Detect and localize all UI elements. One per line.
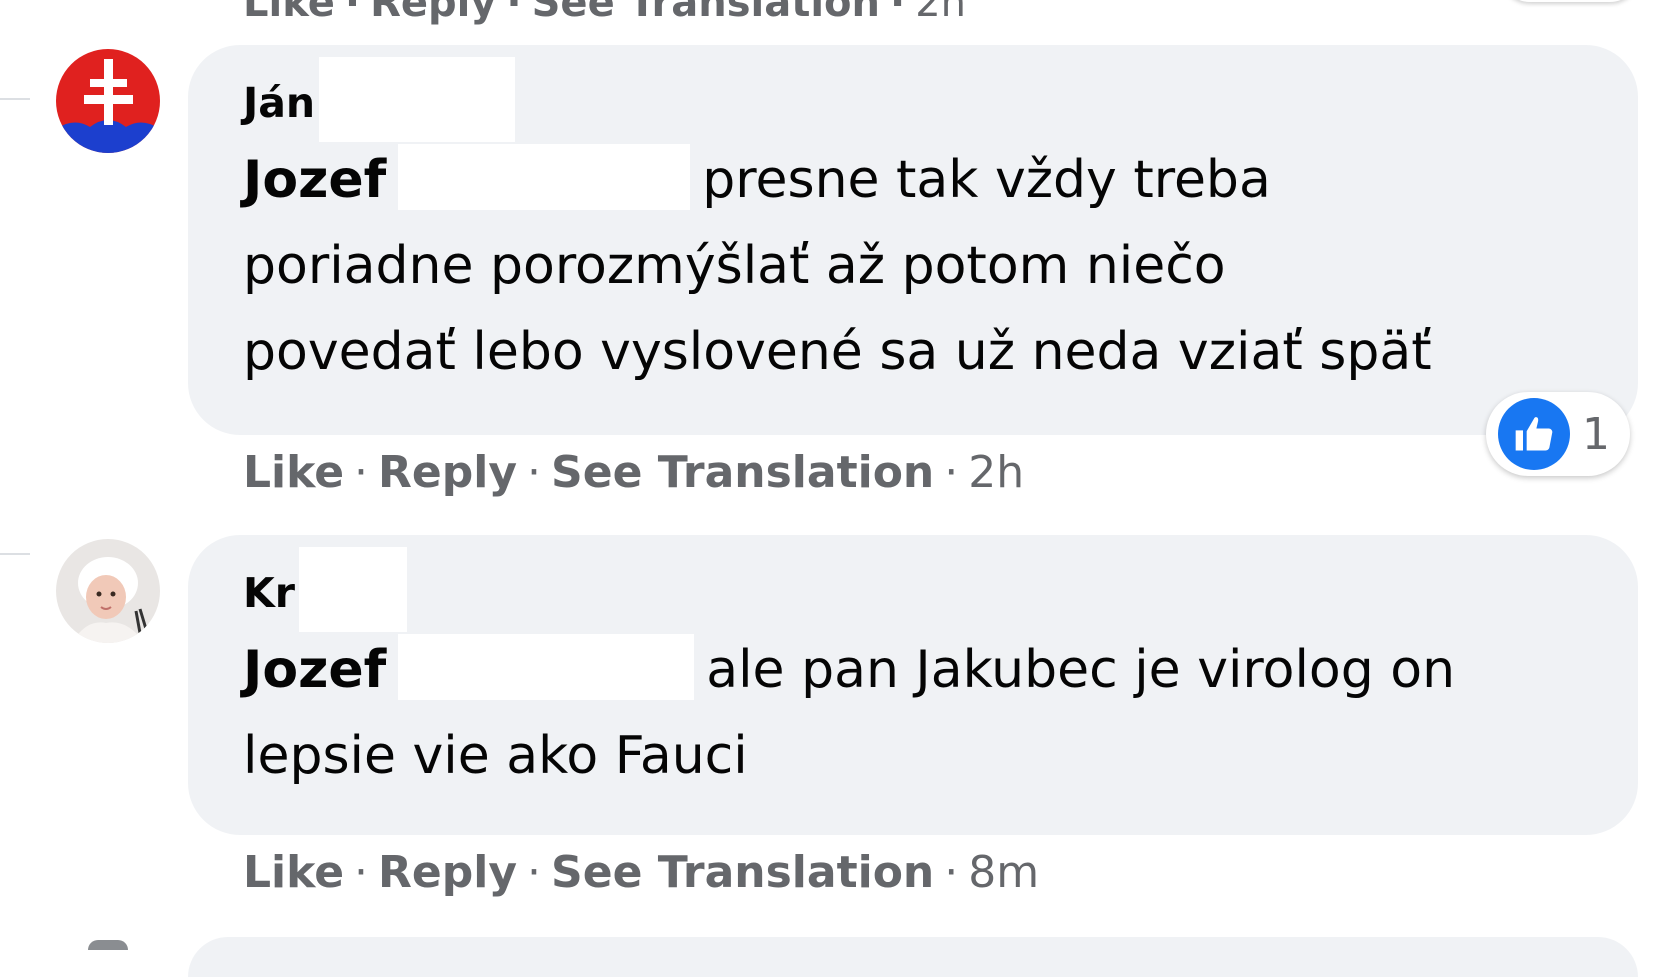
reaction-summary[interactable]: 1 — [1486, 392, 1630, 476]
separator: · — [527, 847, 542, 898]
previous-like-button[interactable]: Like — [243, 0, 335, 26]
author-line: Ján — [243, 56, 1588, 142]
author-name[interactable]: Ján — [243, 75, 315, 131]
avatar[interactable] — [56, 49, 160, 153]
comment-line-text: presne tak vždy treba — [702, 150, 1271, 210]
comment-line: poriadne porozmýšlať až potom niečo — [243, 236, 1226, 296]
slovak-coat-of-arms-icon — [56, 49, 160, 153]
thread-connector-line — [0, 98, 30, 100]
see-translation-button[interactable]: See Translation — [551, 847, 934, 898]
comment-bubble: Ján Jozef presne tak vždy treba poriadne … — [188, 45, 1638, 435]
separator: · — [890, 0, 906, 26]
comment-actions: Like · Reply · See Translation · 2h — [243, 447, 1024, 498]
separator: · — [944, 847, 959, 898]
author-name[interactable]: Kr — [243, 565, 295, 621]
comment-line: Jozef presne tak vždy treba — [243, 137, 1588, 223]
avatar[interactable] — [56, 539, 160, 643]
mention-tag[interactable]: Jozef — [243, 640, 386, 700]
thumbs-up-icon — [1498, 398, 1570, 470]
separator: · — [944, 447, 959, 498]
separator: · — [344, 0, 361, 26]
redacted-box — [398, 144, 691, 210]
previous-reply-button[interactable]: Reply — [370, 0, 496, 26]
separator: · — [506, 0, 522, 26]
comment-line: lepsie vie ako Fauci — [243, 726, 748, 786]
timestamp[interactable]: 2h — [968, 447, 1024, 498]
timestamp[interactable]: 8m — [968, 847, 1039, 898]
previous-reaction-pill — [1500, 0, 1640, 2]
see-translation-button[interactable]: See Translation — [551, 447, 934, 498]
next-comment-avatar — [88, 940, 128, 950]
comment-line-text: ale pan Jakubec je virolog on — [706, 640, 1456, 700]
profile-photo-icon — [56, 539, 160, 643]
comment-text: Jozef ale pan Jakubec je virolog on lepsi… — [243, 627, 1588, 799]
redacted-box — [398, 634, 695, 700]
like-button[interactable]: Like — [243, 447, 344, 498]
separator: · — [354, 847, 369, 898]
next-comment-bubble — [188, 937, 1638, 977]
comment-text: Jozef presne tak vždy treba poriadne poro… — [243, 137, 1588, 395]
like-button[interactable]: Like — [243, 847, 344, 898]
thread-connector-line — [0, 553, 30, 555]
redacted-box — [319, 56, 516, 142]
mention-tag[interactable]: Jozef — [243, 150, 386, 210]
separator: · — [354, 447, 369, 498]
separator: · — [527, 447, 542, 498]
comment-line: povedať lebo vyslovené sa už neda vziať … — [243, 322, 1432, 382]
reaction-count: 1 — [1582, 408, 1610, 460]
previous-comment-actions: Like · Reply · See Translation · 2h — [243, 0, 966, 26]
reply-button[interactable]: Reply — [378, 847, 517, 898]
previous-see-translation-button[interactable]: See Translation — [532, 0, 880, 26]
author-line: Kr — [243, 546, 1588, 632]
previous-timestamp: 2h — [915, 0, 967, 26]
redacted-box — [299, 546, 407, 632]
reply-button[interactable]: Reply — [378, 447, 517, 498]
comment-line: Jozef ale pan Jakubec je virolog on — [243, 627, 1588, 713]
comment-bubble: Kr Jozef ale pan Jakubec je virolog on le… — [188, 535, 1638, 835]
comment-actions: Like · Reply · See Translation · 8m — [243, 847, 1039, 898]
